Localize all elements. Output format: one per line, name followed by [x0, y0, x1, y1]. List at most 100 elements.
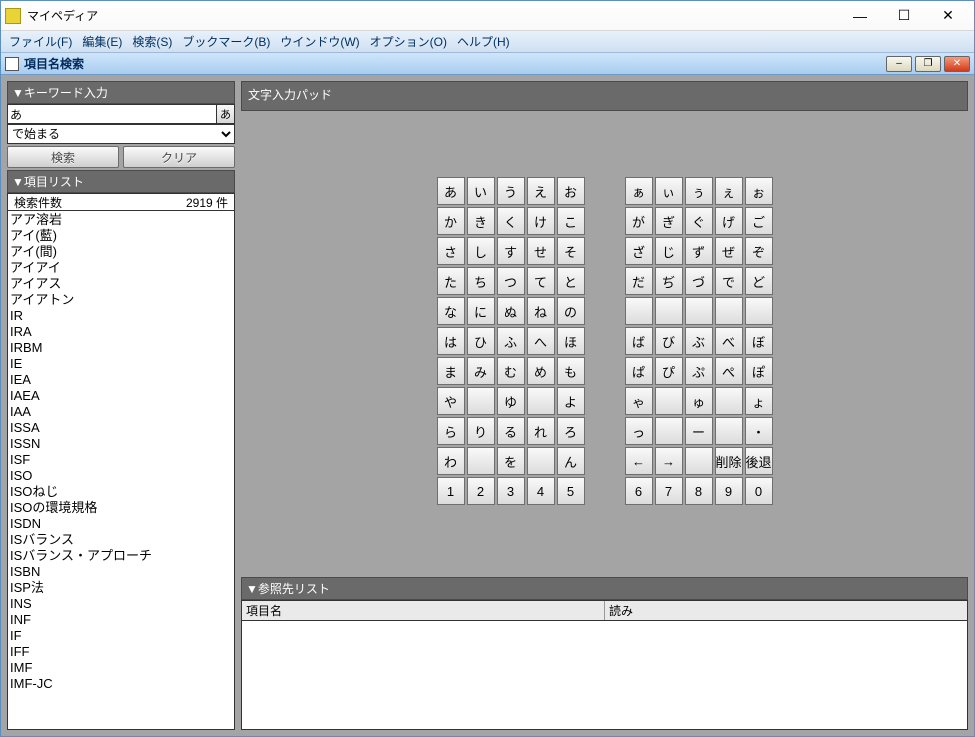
kana-key-か[interactable]: か — [437, 207, 465, 235]
kana-key-後退[interactable]: 後退 — [745, 447, 773, 475]
kana-key-じ[interactable]: じ — [655, 237, 683, 265]
list-item[interactable]: ISバランス — [10, 532, 232, 548]
kana-key-empty[interactable] — [625, 297, 653, 325]
list-item[interactable]: IE — [10, 356, 232, 372]
kana-key-き[interactable]: き — [467, 207, 495, 235]
kana-key-削除[interactable]: 削除 — [715, 447, 743, 475]
list-item[interactable]: IRBM — [10, 340, 232, 356]
list-item[interactable]: アイアイ — [10, 260, 232, 276]
kana-key-empty[interactable] — [685, 447, 713, 475]
menu-search[interactable]: 検索(S) — [132, 33, 172, 50]
kana-key-empty[interactable] — [745, 297, 773, 325]
kana-key-0[interactable]: 0 — [745, 477, 773, 505]
kana-key-ぷ[interactable]: ぷ — [685, 357, 713, 385]
kana-key-う[interactable]: う — [497, 177, 525, 205]
kana-key-わ[interactable]: わ — [437, 447, 465, 475]
kana-key-を[interactable]: を — [497, 447, 525, 475]
kana-key-こ[interactable]: こ — [557, 207, 585, 235]
kana-key-け[interactable]: け — [527, 207, 555, 235]
kana-key-と[interactable]: と — [557, 267, 585, 295]
list-item[interactable]: IEA — [10, 372, 232, 388]
kana-key-び[interactable]: び — [655, 327, 683, 355]
kana-key-empty[interactable] — [715, 387, 743, 415]
kana-key-く[interactable]: く — [497, 207, 525, 235]
kana-key-empty[interactable] — [685, 297, 713, 325]
kana-key-っ[interactable]: っ — [625, 417, 653, 445]
kana-key-み[interactable]: み — [467, 357, 495, 385]
kana-key-ほ[interactable]: ほ — [557, 327, 585, 355]
kana-key-ょ[interactable]: ょ — [745, 387, 773, 415]
list-item[interactable]: アイアス — [10, 276, 232, 292]
list-item[interactable]: ISO — [10, 468, 232, 484]
kana-key-ろ[interactable]: ろ — [557, 417, 585, 445]
list-item[interactable]: INF — [10, 612, 232, 628]
kana-key-へ[interactable]: へ — [527, 327, 555, 355]
kana-key-・[interactable]: ・ — [745, 417, 773, 445]
kana-key-→[interactable]: → — [655, 447, 683, 475]
kana-key-な[interactable]: な — [437, 297, 465, 325]
kana-key-empty[interactable] — [655, 417, 683, 445]
list-item[interactable]: ISDN — [10, 516, 232, 532]
list-item[interactable]: アイアトン — [10, 292, 232, 308]
kana-key-は[interactable]: は — [437, 327, 465, 355]
list-item[interactable]: IRA — [10, 324, 232, 340]
clear-button[interactable]: クリア — [123, 146, 235, 168]
kana-key-ぉ[interactable]: ぉ — [745, 177, 773, 205]
kana-key-empty[interactable] — [527, 387, 555, 415]
kana-key-そ[interactable]: そ — [557, 237, 585, 265]
kana-key-ね[interactable]: ね — [527, 297, 555, 325]
kana-key-ゆ[interactable]: ゆ — [497, 387, 525, 415]
kana-key-ー[interactable]: ー — [685, 417, 713, 445]
search-button[interactable]: 検索 — [7, 146, 119, 168]
list-item[interactable]: IF — [10, 628, 232, 644]
kana-key-←[interactable]: ← — [625, 447, 653, 475]
kana-key-6[interactable]: 6 — [625, 477, 653, 505]
kana-key-す[interactable]: す — [497, 237, 525, 265]
kana-key-ご[interactable]: ご — [745, 207, 773, 235]
keyword-input[interactable] — [7, 104, 217, 124]
list-item[interactable]: ISP法 — [10, 580, 232, 596]
kana-key-ば[interactable]: ば — [625, 327, 653, 355]
kana-key-ぢ[interactable]: ぢ — [655, 267, 683, 295]
kana-key-ら[interactable]: ら — [437, 417, 465, 445]
kana-key-ま[interactable]: ま — [437, 357, 465, 385]
list-item[interactable]: アイ(藍) — [10, 228, 232, 244]
kana-key-ぽ[interactable]: ぽ — [745, 357, 773, 385]
kana-key-る[interactable]: る — [497, 417, 525, 445]
kana-key-ち[interactable]: ち — [467, 267, 495, 295]
match-mode-select[interactable]: で始まる — [7, 124, 235, 144]
kana-key-た[interactable]: た — [437, 267, 465, 295]
kana-key-や[interactable]: や — [437, 387, 465, 415]
close-button[interactable]: ✕ — [926, 2, 970, 30]
kana-key-ぃ[interactable]: ぃ — [655, 177, 683, 205]
kana-key-め[interactable]: め — [527, 357, 555, 385]
kana-key-で[interactable]: で — [715, 267, 743, 295]
list-item[interactable]: IMF-JC — [10, 676, 232, 692]
list-item[interactable]: IFF — [10, 644, 232, 660]
ime-toggle-button[interactable]: あ — [217, 104, 235, 124]
menu-edit[interactable]: 編集(E) — [82, 33, 122, 50]
inner-maximize-button[interactable]: ❐ — [915, 56, 941, 72]
kana-key-ぞ[interactable]: ぞ — [745, 237, 773, 265]
kana-key-7[interactable]: 7 — [655, 477, 683, 505]
kana-key-9[interactable]: 9 — [715, 477, 743, 505]
list-item[interactable]: IAA — [10, 404, 232, 420]
kana-key-れ[interactable]: れ — [527, 417, 555, 445]
kana-key-よ[interactable]: よ — [557, 387, 585, 415]
list-item[interactable]: ISSN — [10, 436, 232, 452]
kana-key-の[interactable]: の — [557, 297, 585, 325]
list-item[interactable]: ISOねじ — [10, 484, 232, 500]
list-item[interactable]: ISF — [10, 452, 232, 468]
kana-key-ゃ[interactable]: ゃ — [625, 387, 653, 415]
kana-key-ぁ[interactable]: ぁ — [625, 177, 653, 205]
kana-key-て[interactable]: て — [527, 267, 555, 295]
kana-key-さ[interactable]: さ — [437, 237, 465, 265]
kana-key-ざ[interactable]: ざ — [625, 237, 653, 265]
kana-key-ぅ[interactable]: ぅ — [685, 177, 713, 205]
kana-key-せ[interactable]: せ — [527, 237, 555, 265]
menu-file[interactable]: ファイル(F) — [9, 33, 72, 50]
minimize-button[interactable]: — — [838, 2, 882, 30]
inner-minimize-button[interactable]: ‒ — [886, 56, 912, 72]
list-item[interactable]: IAEA — [10, 388, 232, 404]
list-item[interactable]: ISSA — [10, 420, 232, 436]
